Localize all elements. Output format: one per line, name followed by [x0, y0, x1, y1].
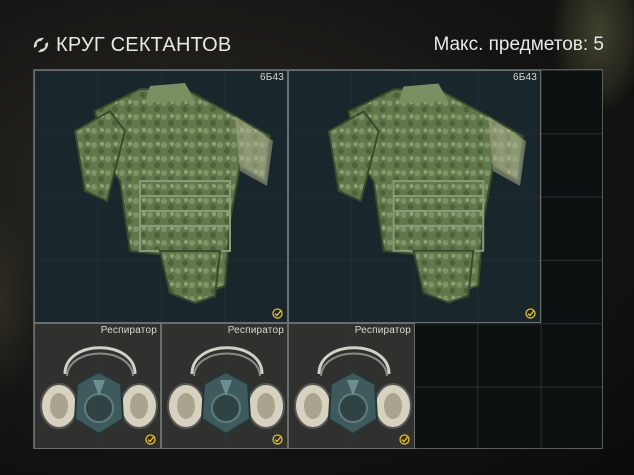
respirator-icon [167, 346, 285, 436]
body-armor-icon [327, 83, 527, 304]
respirator-icon [294, 346, 412, 436]
panel-title: КРУГ СЕКТАНТОВ [56, 33, 232, 56]
checkmark-icon [525, 308, 536, 319]
item-label: Респиратор [227, 325, 284, 336]
item-label: 6Б43 [259, 72, 284, 83]
item-label: Респиратор [354, 325, 411, 336]
checkmark-icon [145, 434, 156, 445]
title-group: КРУГ СЕКТАНТОВ [30, 34, 231, 57]
respirator-icon [40, 346, 158, 436]
armor-item-6b43[interactable]: 6Б43 [288, 70, 541, 323]
item-label: 6Б43 [512, 72, 537, 83]
checkmark-icon [272, 434, 283, 445]
armor-item-6b43[interactable]: 6Б43 [34, 70, 288, 323]
respirator-item[interactable]: Респиратор [288, 323, 415, 449]
respirator-item[interactable]: Респиратор [161, 323, 288, 449]
body-armor-icon [73, 83, 273, 305]
stash-grid: 6Б43 6Б43 Респиратор Респиратор Респират… [33, 69, 603, 449]
checkmark-icon [399, 434, 410, 445]
cult-circle-icon [33, 37, 49, 53]
max-items-counter: Макс. предметов: 5 [433, 34, 604, 55]
respirator-item[interactable]: Респиратор [34, 323, 161, 449]
item-label: Респиратор [100, 325, 157, 336]
checkmark-icon [272, 308, 283, 319]
panel-header: КРУГ СЕКТАНТОВ Макс. предметов: 5 [30, 31, 604, 59]
